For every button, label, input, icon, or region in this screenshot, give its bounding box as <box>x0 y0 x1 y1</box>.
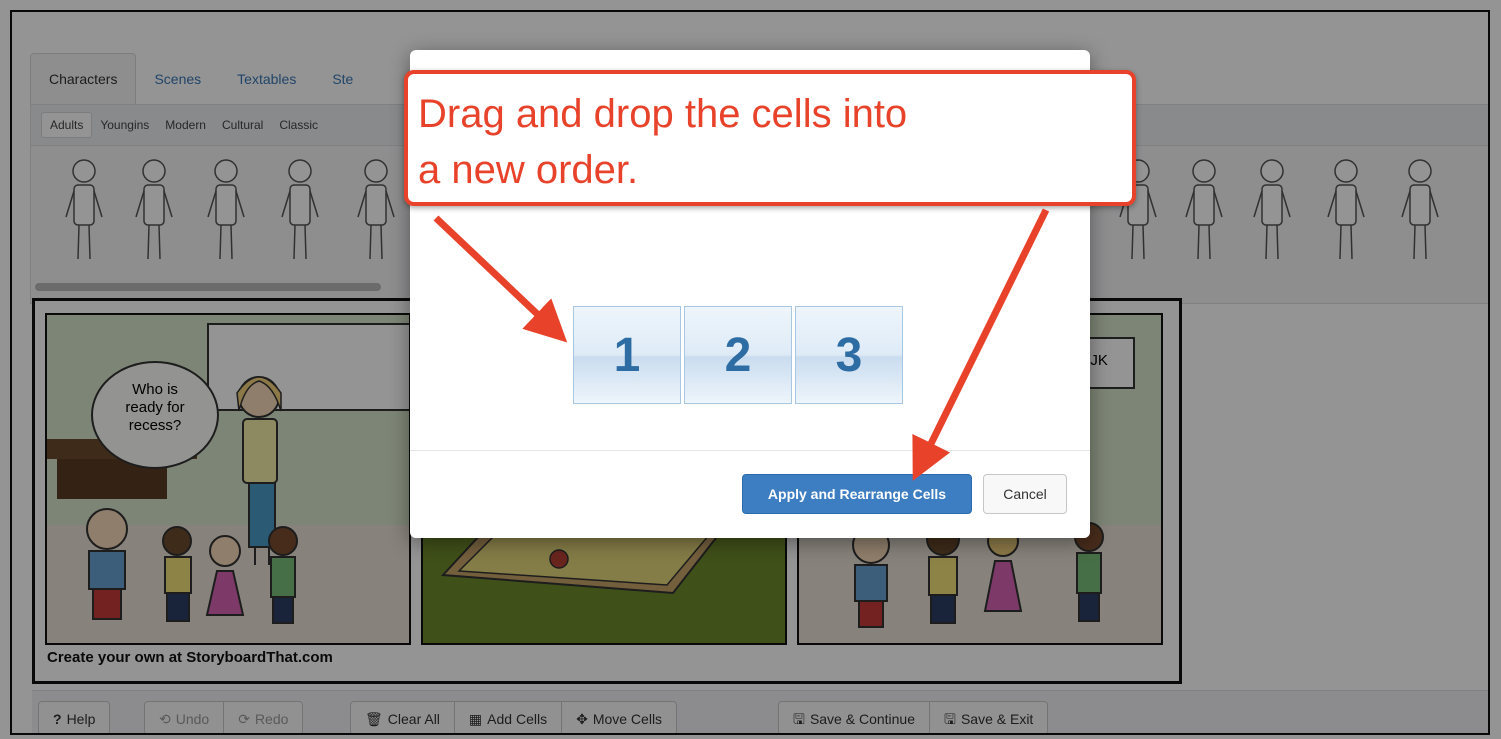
callout-line-1: Drag and drop the cells into <box>418 92 908 136</box>
order-cell-2[interactable]: 2 <box>684 306 792 404</box>
tutorial-callout: Drag and drop the cells into a new order… <box>404 70 1136 206</box>
order-cell-3[interactable]: 3 <box>795 306 903 404</box>
cancel-button[interactable]: Cancel <box>983 474 1067 514</box>
cell-order-list: 1 2 3 <box>573 306 903 404</box>
order-cell-1[interactable]: 1 <box>573 306 681 404</box>
callout-text: Drag and drop the cells into a new order… <box>418 86 907 198</box>
callout-line-2: a new order. <box>418 148 639 192</box>
apply-rearrange-button[interactable]: Apply and Rearrange Cells <box>742 474 972 514</box>
